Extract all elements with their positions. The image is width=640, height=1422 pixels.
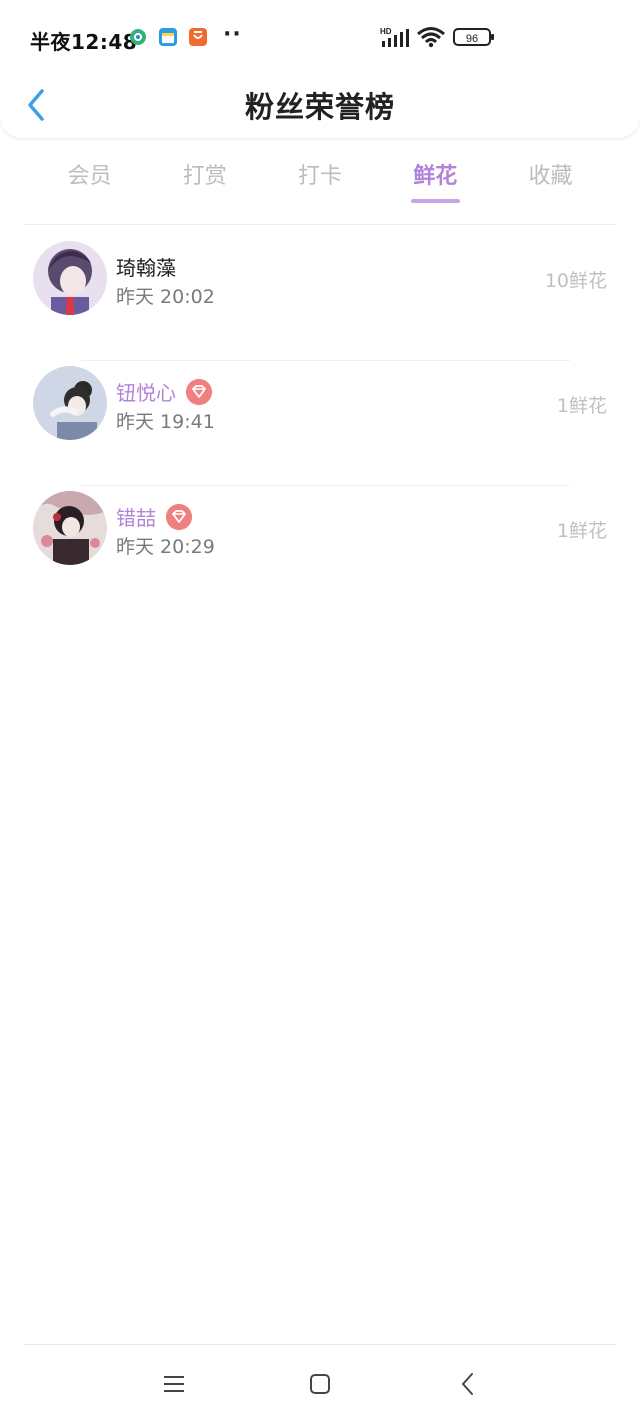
system-back-button[interactable] [448,1366,488,1402]
flower-count: 1鲜花 [556,520,607,542]
wifi-icon [417,27,445,48]
home-button[interactable] [300,1366,340,1402]
gift-time: 昨天 19:41 [116,411,215,433]
avatar[interactable] [33,241,107,315]
network-label: HD [380,27,392,36]
fan-name: 钮悦心 [116,377,212,406]
fans-list: 琦翰藻 昨天 20:02 10鲜花 钮悦心 昨天 19:41 1鲜花 错喆 昨天… [0,236,640,611]
signal-icon: HD [380,27,409,47]
tab-label: 打卡 [297,164,342,189]
avatar[interactable] [33,491,107,565]
header: 半夜12:48 ·· HD 96 粉丝荣誉榜 [0,0,640,138]
tab-label: 会员 [67,164,112,189]
page: 半夜12:48 ·· HD 96 粉丝荣誉榜 会员 打赏 打卡 鲜花 收藏 琦翰… [0,0,640,1422]
avatar-image [33,366,107,440]
diamond-badge-icon [186,378,212,405]
avatar-image [33,241,107,315]
app-notification-icon [130,29,146,45]
tab-checkin[interactable]: 打卡 [263,150,378,208]
fan-name-text: 琦翰藻 [116,256,176,280]
nav-divider [24,1344,616,1345]
flower-count: 1鲜花 [556,395,607,417]
battery-level: 96 [466,33,478,45]
fan-name: 错喆 [116,502,192,531]
calendar-notification-icon [159,28,177,46]
avatar[interactable] [33,366,107,440]
status-time: 半夜12:48 [30,30,138,54]
gift-time: 昨天 20:29 [116,536,215,558]
flower-count: 10鲜花 [544,270,607,292]
tab-membership[interactable]: 会员 [32,150,147,208]
fan-name: 琦翰藻 [116,252,176,281]
list-item[interactable]: 琦翰藻 昨天 20:02 10鲜花 [0,236,640,361]
shopping-notification-icon [189,28,207,46]
tabs-divider [24,224,616,225]
active-tab-indicator [410,199,460,203]
back-icon [462,1373,473,1395]
list-item[interactable]: 钮悦心 昨天 19:41 1鲜花 [0,361,640,486]
more-notifications-dots: ·· [223,22,242,47]
tab-label: 鲜花 [413,164,458,189]
tab-label: 收藏 [528,164,573,189]
menu-button[interactable] [154,1366,194,1402]
page-title: 粉丝荣誉榜 [244,90,395,124]
tab-favorites[interactable]: 收藏 [493,150,608,208]
diamond-badge-icon [166,503,192,530]
status-bar: 半夜12:48 ·· HD 96 [0,0,640,76]
menu-icon [164,1376,184,1392]
tab-bar: 会员 打赏 打卡 鲜花 收藏 [32,150,608,208]
tab-reward[interactable]: 打赏 [147,150,262,208]
list-item[interactable]: 错喆 昨天 20:29 1鲜花 [0,486,640,611]
avatar-image [33,491,107,565]
battery-icon: 96 [453,28,494,46]
tab-label: 打赏 [182,164,227,189]
home-icon [310,1374,330,1394]
gift-time: 昨天 20:02 [116,286,215,308]
fan-name-text: 错喆 [116,506,156,530]
tab-flowers[interactable]: 鲜花 [378,150,493,208]
fan-name-text: 钮悦心 [116,381,176,405]
